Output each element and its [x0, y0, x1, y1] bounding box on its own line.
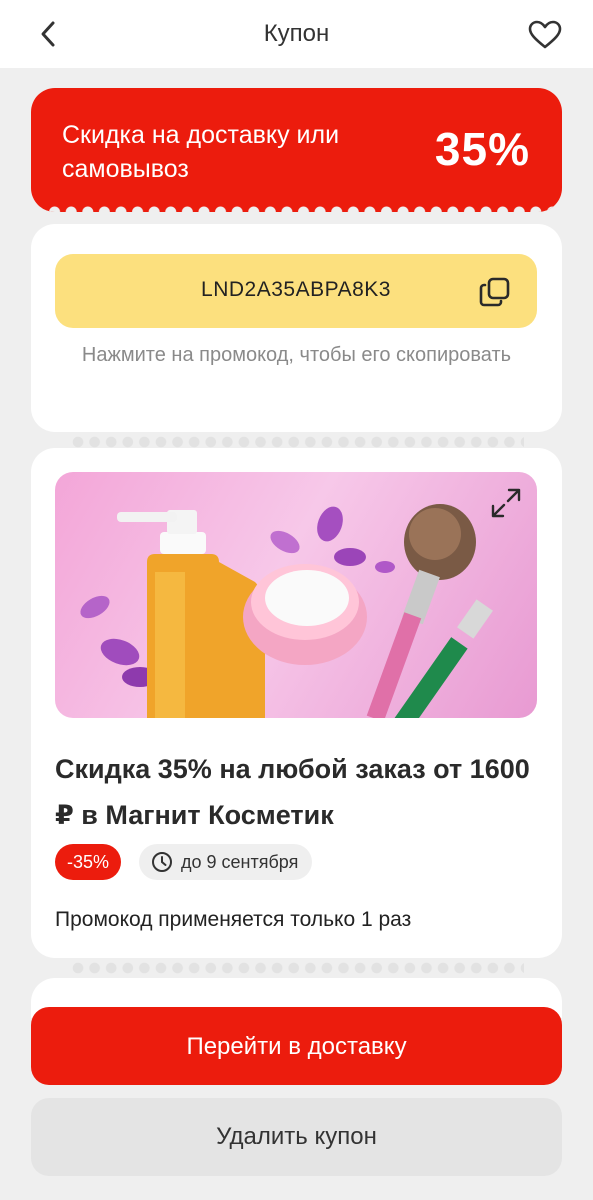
divider-perforation — [72, 436, 524, 448]
clock-icon — [152, 852, 172, 872]
go-to-delivery-button[interactable]: Перейти в доставку — [31, 1007, 562, 1085]
promo-code: LND2A35ABPA8K3 — [201, 278, 391, 301]
page-title: Купон — [263, 20, 330, 47]
offer-title: Скидка 35% на любой заказ от 1600 ₽ в Ма… — [55, 754, 530, 830]
promo-hint: Нажмите на промокод, чтобы его скопирова… — [81, 344, 512, 366]
usage-note: Промокод применяется только 1 раз — [55, 908, 412, 931]
heart-icon — [528, 20, 562, 49]
coupon-description: Скидка на доставку или самовывоз — [62, 121, 340, 183]
promo-card: LND2A35ABPA8K3 Нажмите на промокод, чтоб… — [31, 224, 562, 432]
discount-badge: -35% — [55, 844, 122, 880]
coupon-discount: 35% — [434, 123, 530, 175]
top-bar: Купон — [0, 0, 593, 68]
favorite-button[interactable] — [525, 16, 565, 54]
expand-icon[interactable] — [489, 486, 523, 520]
coupon-header: Скидка на доставку или самовывоз 35% — [31, 88, 562, 212]
coupon-edge — [31, 205, 562, 212]
promo-code-button[interactable]: LND2A35ABPA8K3 — [55, 254, 537, 328]
delete-coupon-button[interactable]: Удалить купон — [31, 1098, 562, 1176]
cosmetics-illustration — [80, 504, 493, 718]
cosmetics-image — [55, 472, 537, 718]
expiry-date: до 9 сентября — [181, 852, 299, 872]
offer-card: Скидка 35% на любой заказ от 1600 ₽ в Ма… — [31, 448, 562, 958]
divider-perforation — [72, 962, 524, 974]
copy-icon — [479, 277, 510, 307]
expiry-badge: до 9 сентября — [139, 844, 313, 880]
